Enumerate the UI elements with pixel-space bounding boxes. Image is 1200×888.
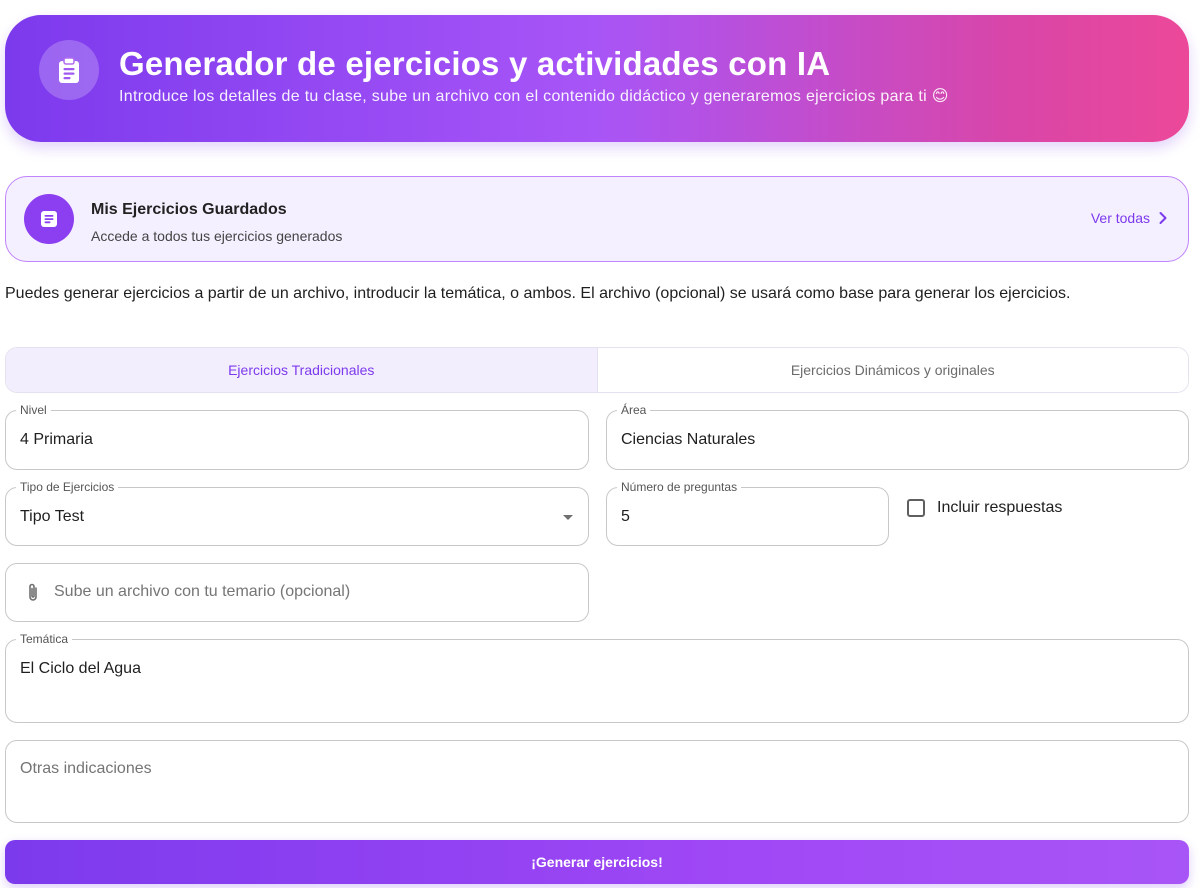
dropdown-arrow-icon — [563, 515, 573, 520]
tab-dynamic-exercises[interactable]: Ejercicios Dinámicos y originales — [597, 348, 1188, 392]
file-upload-field[interactable]: Sube un archivo con tu temario (opcional… — [5, 563, 589, 622]
saved-exercises-title: Mis Ejercicios Guardados — [91, 201, 287, 218]
other-instructions-placeholder: Otras indicaciones — [20, 760, 152, 777]
exercise-type-select[interactable]: Tipo de Ejercicios Tipo Test — [5, 480, 589, 546]
exercise-type-value: Tipo Test — [20, 508, 85, 525]
intro-text: Puedes generar ejercicios a partir de un… — [5, 285, 1071, 302]
chevron-right-icon — [1159, 212, 1167, 224]
topic-value: El Ciclo del Agua — [20, 660, 141, 677]
file-upload-placeholder: Sube un archivo con tu temario (opcional… — [54, 583, 351, 600]
page-title: Generador de ejercicios y actividades co… — [119, 45, 831, 82]
question-count-field[interactable]: Número de preguntas 5 — [606, 480, 889, 546]
header-banner: Generador de ejercicios y actividades co… — [5, 15, 1189, 142]
topic-field[interactable]: Temática El Ciclo del Agua — [5, 632, 1189, 723]
area-field[interactable]: Área Ciencias Naturales — [606, 403, 1189, 470]
tab-traditional-exercises[interactable]: Ejercicios Tradicionales — [6, 348, 598, 392]
question-count-label: Número de preguntas — [617, 480, 742, 494]
saved-exercises-subtitle: Accede a todos tus ejercicios generados — [91, 228, 343, 244]
exercise-type-label: Tipo de Ejercicios — [16, 480, 119, 494]
document-icon — [24, 194, 74, 244]
generate-exercises-button[interactable]: ¡Generar ejercicios! — [5, 840, 1189, 884]
include-answers-checkbox[interactable] — [907, 499, 925, 517]
nivel-field[interactable]: Nivel 4 Primaria — [5, 403, 589, 470]
nivel-value: 4 Primaria — [20, 431, 93, 448]
exercise-type-tabs: Ejercicios Tradicionales Ejercicios Diná… — [5, 347, 1189, 393]
view-all-label: Ver todas — [1090, 210, 1150, 226]
clipboard-icon — [39, 40, 99, 100]
include-answers-option[interactable]: Incluir respuestas — [907, 499, 1062, 517]
topic-label: Temática — [16, 632, 73, 646]
area-label: Área — [617, 403, 651, 417]
include-answers-label: Incluir respuestas — [937, 499, 1063, 516]
page-subtitle: Introduce los detalles de tu clase, sube… — [119, 88, 949, 105]
question-count-value: 5 — [621, 508, 630, 525]
other-instructions-field[interactable]: Otras indicaciones — [5, 740, 1189, 823]
paperclip-icon — [29, 583, 37, 601]
nivel-label: Nivel — [16, 403, 51, 417]
view-all-link[interactable]: Ver todas — [1091, 210, 1168, 226]
area-value: Ciencias Naturales — [621, 431, 756, 448]
saved-exercises-card[interactable]: Mis Ejercicios Guardados Accede a todos … — [5, 176, 1189, 262]
